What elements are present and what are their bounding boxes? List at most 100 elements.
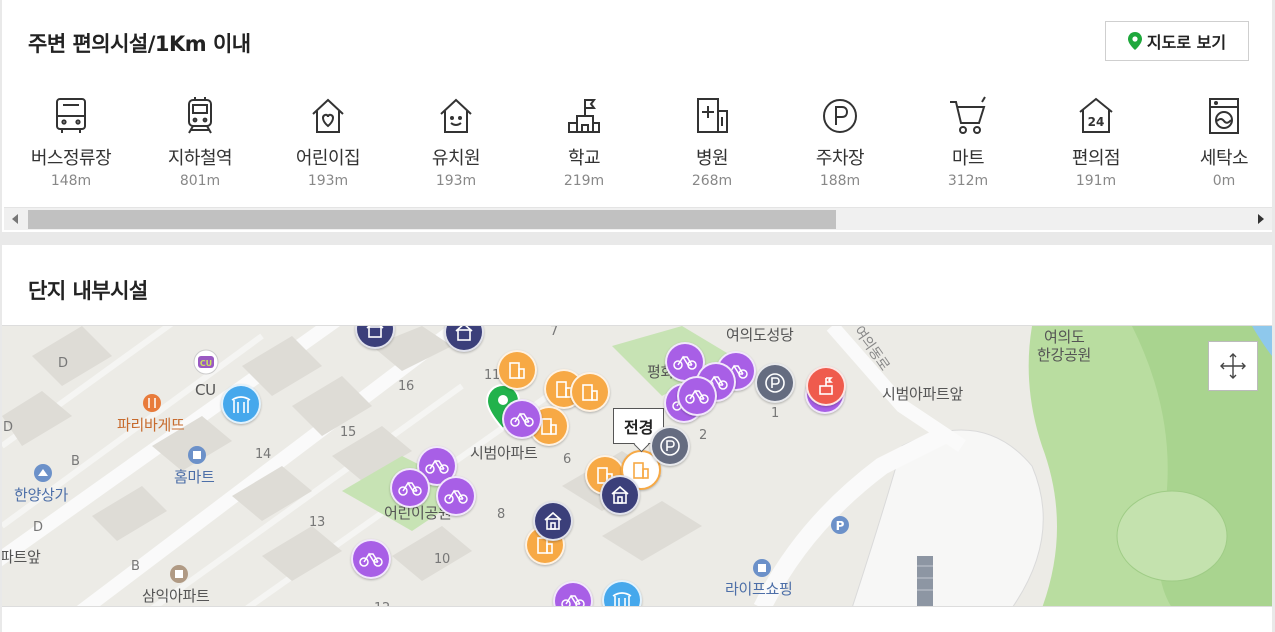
map-label-paris-baguette: 파리바게뜨 [117,416,185,434]
facility-label: 유치원 [431,148,481,169]
facility-label: 병원 [695,148,729,169]
scroll-left-arrow-icon[interactable] [12,214,18,224]
parking-icon [823,99,857,133]
map-label-hangang-2: 한강공원 [1037,346,1092,364]
facility-list: 버스정류장 148m 지하철역 801m 어린이집 193m 유치원 193m … [2,96,1272,200]
bicycle-icon [561,594,585,606]
building-icon [509,362,525,379]
facility-mart[interactable]: 마트 312m [904,96,1032,189]
map-label-samik: 삼익아파트 [142,587,210,605]
map-marker-building[interactable] [570,372,610,412]
view-on-map-label: 지도로 보기 [1146,33,1227,52]
facility-hospital[interactable]: 병원 268m [648,96,776,189]
facility-label: 마트 [951,148,985,169]
gate-icon [612,592,632,606]
complex-map[interactable]: CU P CU 파리바게뜨 홈마트 한양상가 파트앞 삼익아파트 시범아파트 어… [2,325,1272,607]
map-marker-bicycle[interactable] [502,399,542,439]
bicycle-icon [685,389,709,404]
map-label-lifeshopping: 라이프쇼핑 [725,580,793,598]
map-label-church: 여의도성당 [726,326,794,344]
map-marker-bicycle[interactable] [436,476,476,516]
facility-kindergarten[interactable]: 유치원 193m [392,96,520,189]
map-building-number: 1 [771,406,779,421]
facility-label: 지하철역 [167,148,233,169]
facility-daycare[interactable]: 어린이집 193m [264,96,392,189]
map-expand-button[interactable] [1208,341,1258,391]
gate-icon [231,396,251,413]
facility-distance: 312m [947,173,989,189]
expand-arrows-icon [1220,353,1246,379]
map-building-number: 12 [374,601,390,606]
map-marker-bicycle[interactable] [677,376,717,416]
map-building-number: 8 [497,507,505,522]
map-marker-parking[interactable] [755,363,795,403]
map-label-cu: CU [195,381,216,399]
map-building-number: D [58,356,68,371]
map-marker-building[interactable] [497,350,537,390]
laundry-icon [1209,98,1239,134]
kindergarten-icon [611,485,629,504]
school-icon [568,99,600,133]
subway-icon [188,97,212,134]
map-pin-icon [1127,32,1142,50]
map-building-number: 14 [255,447,271,462]
kindergarten-icon [366,326,384,338]
bicycle-icon [425,459,449,474]
facility-distance: 193m [307,173,349,189]
bicycle-icon [359,552,383,567]
map-building-number: B [131,559,140,574]
map-building-number: 16 [398,379,414,394]
convenience-store-icon: 24 [1079,97,1113,133]
facility-school[interactable]: 학교 219m [520,96,648,189]
map-marker-kindergarten[interactable] [533,501,573,541]
map-building-number: D [3,420,13,435]
building-icon [541,418,557,435]
facility-label: 학교 [567,148,601,169]
map-building-number: 15 [340,425,356,440]
map-marker-parking[interactable] [650,426,690,466]
scroll-thumb[interactable] [28,210,836,229]
map-marker-gate[interactable] [221,384,261,424]
facility-subway[interactable]: 지하철역 801m [136,96,264,189]
svg-text:P: P [836,519,845,533]
kindergarten-icon [440,98,472,133]
map-building-number: 13 [309,515,325,530]
map-building-number: 7 [550,325,558,339]
complex-facilities-panel: 단지 내부시설 CU P CU 파리바게뜨 홈마트 한양상가 파트앞 삼익아파트… [2,245,1272,632]
daycare-icon [312,98,344,133]
map-building-number: 10 [434,552,450,567]
complex-section-title: 단지 내부시설 [28,279,148,303]
bus-icon [56,98,86,133]
facility-label: 주차장 [815,148,865,169]
kindergarten-icon [544,511,562,530]
view-on-map-button[interactable]: 지도로 보기 [1105,21,1249,61]
map-marker-school[interactable] [806,366,846,406]
building-icon [633,462,649,479]
nearby-section-title: 주변 편의시설/1Km 이내 [28,32,251,56]
svg-text:24: 24 [1088,115,1105,129]
bicycle-icon [510,412,534,427]
map-marker-kindergarten[interactable] [600,475,640,515]
scroll-right-arrow-icon[interactable] [1258,214,1264,224]
hospital-icon [697,98,728,133]
facility-laundry[interactable]: 세탁소 0m [1160,96,1272,189]
facility-scrollbar[interactable] [4,207,1272,230]
parking-icon [765,373,785,393]
map-marker-bicycle[interactable] [390,468,430,508]
facility-parking[interactable]: 주차장 188m [776,96,904,189]
map-label-hanyang: 한양상가 [14,486,69,504]
map-building-number: D [33,520,43,535]
map-label-apt-front: 파트앞 [2,548,41,566]
map-building-number: 6 [563,452,571,467]
facility-distance: 191m [1075,173,1117,189]
building-icon [582,384,598,401]
map-marker-bicycle[interactable] [351,539,391,579]
bicycle-icon [444,489,468,504]
nearby-facilities-panel: 주변 편의시설/1Km 이내 지도로 보기 버스정류장 148m 지하철역 80… [2,0,1272,232]
facility-distance: 148m [50,173,92,189]
parking-icon [660,436,680,456]
facility-bus[interactable]: 버스정류장 148m [7,96,135,189]
svg-text:CU: CU [200,359,212,368]
facility-convenience-store[interactable]: 24 편의점 191m [1032,96,1160,189]
facility-label: 어린이집 [295,148,361,169]
